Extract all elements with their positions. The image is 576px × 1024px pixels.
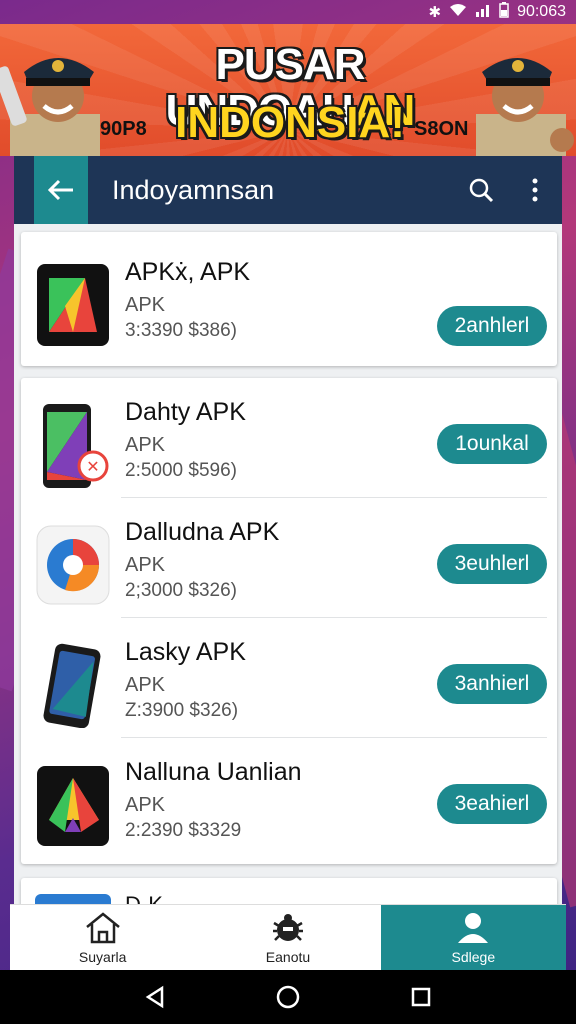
nav-label: Sdlege	[451, 948, 496, 965]
more-vert-icon	[532, 178, 538, 202]
police-officer-illustration	[476, 58, 574, 156]
list-item[interactable]: Dalludna APK APK 2;3000 $326) 3euhlerl	[21, 498, 557, 618]
download-button[interactable]: 3eahierl	[437, 784, 547, 824]
app-card-featured[interactable]: APKẋ, APK APK 3:3390 $386) 2anhlerl	[21, 232, 557, 366]
app-meta: 3:3390 $386)	[125, 320, 237, 341]
list-item[interactable]: APKẋ, APK APK 3:3390 $386) 2anhlerl	[21, 238, 557, 358]
promo-banner[interactable]: PUSAR UNDOAHAN INDONSIA! 90P8 S8ON	[0, 24, 576, 156]
browser-app-icon	[36, 525, 110, 605]
banner-tag-left: 90P8	[100, 118, 147, 140]
banner-subtitle: INDONSIA!	[175, 98, 405, 147]
app-type: APK	[125, 434, 166, 456]
back-button[interactable]	[34, 156, 88, 224]
nav-item-bug[interactable]: Eanotu	[195, 905, 380, 970]
police-officer-illustration	[0, 58, 100, 156]
nav-label: Suyarla	[78, 948, 127, 965]
signal-icon	[475, 3, 491, 21]
back-nav-icon[interactable]	[144, 985, 166, 1009]
app-frame: Indoyamnsan APKẋ, APK APK 3:3390 $386) 2…	[14, 156, 562, 972]
phone-app-icon: ✕	[43, 404, 109, 488]
app-meta: 2:2390 $3329	[125, 820, 242, 841]
battery-icon	[499, 2, 509, 22]
back-arrow-icon	[47, 179, 73, 201]
app-type: APK	[125, 674, 166, 696]
download-button[interactable]: 1ounkal	[437, 424, 547, 464]
app-type: APK	[125, 794, 166, 816]
search-button[interactable]	[454, 156, 508, 224]
wifi-icon	[449, 3, 467, 21]
download-button[interactable]: 3anhierl	[437, 664, 547, 704]
svg-text:✕: ✕	[86, 457, 99, 476]
home-icon	[85, 911, 120, 943]
status-bar: ✱ 90:063	[0, 0, 576, 24]
app-name: Dahty APK	[125, 398, 246, 426]
bottom-navigation: Suyarla Eanotu Sdlege	[10, 904, 566, 970]
bug-icon	[272, 913, 303, 941]
search-icon	[469, 178, 494, 203]
app-meta: Z:3900 $326)	[125, 700, 239, 721]
app-name: Lasky APK	[125, 638, 246, 666]
app-type: APK	[125, 554, 166, 576]
smartphone-app-icon	[43, 643, 101, 728]
app-name: Nalluna Uanlian	[125, 758, 302, 786]
nav-label: Eanotu	[265, 948, 311, 965]
list-item[interactable]: Lasky APK APK Z:3900 $326) 3anhierl	[21, 618, 557, 738]
app-name: Dalludna APK	[125, 518, 280, 546]
app-meta: 2:5000 $596)	[125, 460, 237, 481]
app-name: APKẋ, APK	[125, 258, 251, 286]
bluetooth-icon: ✱	[428, 4, 442, 21]
app-icon	[37, 766, 109, 846]
list-item[interactable]: ✕ Dahty APK APK 2:5000 $596) 1ounkal	[21, 378, 557, 498]
app-type: APK	[125, 294, 166, 316]
list-item[interactable]: Nalluna Uanlian APK 2:2390 $3329 3eahier…	[21, 738, 557, 858]
profile-icon	[458, 912, 489, 943]
app-list-card: ✕ Dahty APK APK 2:5000 $596) 1ounkal Dal…	[21, 378, 557, 864]
page-title: Indoyamnsan	[112, 174, 275, 205]
app-bar: Indoyamnsan	[14, 156, 562, 224]
nav-item-home[interactable]: Suyarla	[10, 905, 195, 970]
download-button[interactable]: 3euhlerl	[437, 544, 547, 584]
banner-tag-right: S8ON	[414, 118, 469, 140]
home-nav-icon[interactable]	[275, 984, 301, 1010]
app-meta: 2;3000 $326)	[125, 580, 237, 601]
status-time: 90:063	[517, 3, 566, 20]
download-button[interactable]: 2anhlerl	[437, 306, 547, 346]
overflow-menu-button[interactable]	[508, 156, 562, 224]
nav-item-profile[interactable]: Sdlege	[380, 905, 566, 970]
recents-nav-icon[interactable]	[410, 986, 432, 1008]
app-icon	[37, 264, 109, 346]
system-navigation-bar	[0, 970, 576, 1024]
